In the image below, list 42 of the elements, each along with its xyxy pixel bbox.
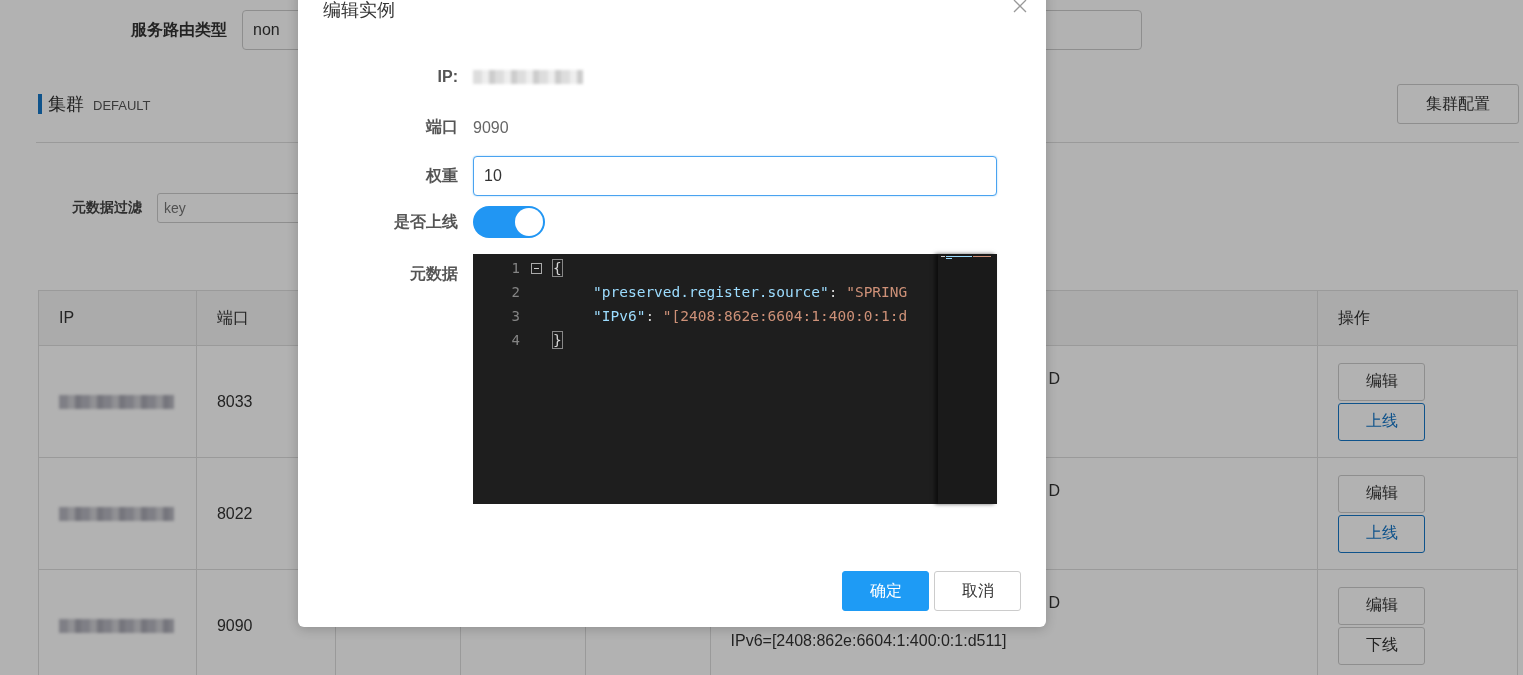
metadata-text: D (1047, 370, 1061, 388)
weight-label: 权重 (424, 165, 459, 186)
metadata-filter-label: 元数据过滤 (71, 199, 143, 217)
code-editor[interactable]: 1 { 2 "preserved.register.source": "SPRING 3 "IPv6": "[2408:862e:6604:1:400:0:1:d 4 } (473, 254, 997, 504)
offline-button[interactable]: 下线 (1338, 626, 1426, 665)
fold-icon[interactable] (531, 262, 542, 274)
edit-button[interactable]: 编辑 (1338, 474, 1426, 513)
column-header: 端口 (216, 307, 249, 328)
online-label: 是否上线 (393, 211, 459, 232)
cluster-name: DEFAULT (93, 98, 151, 113)
table-cell: 8022 (216, 504, 253, 523)
code-line: "preserved.register.source": "SPRING (592, 284, 908, 300)
code-line: { (553, 260, 562, 276)
edit-button[interactable]: 编辑 (1338, 362, 1426, 401)
line-number: 1 (510, 260, 520, 276)
metadata-text: D (1047, 594, 1061, 612)
metadata-text: D (1047, 482, 1061, 500)
online-switch[interactable] (473, 206, 545, 238)
route-type-label: 服务路由类型 (130, 19, 228, 40)
metadata-label: 元数据 (409, 264, 459, 284)
line-number: 4 (510, 332, 520, 348)
section-title: 集群 (38, 94, 84, 114)
cluster-config-button[interactable]: 集群配置 (1397, 84, 1519, 124)
dialog-title: 编辑实例 (323, 0, 395, 22)
close-icon[interactable] (1013, 0, 1027, 13)
metadata-text: IPv6=[2408:862e:6604:1:400:0:1:d511] (730, 632, 1007, 650)
table-cell: 8033 (216, 392, 253, 411)
online-button[interactable]: 上线 (1338, 514, 1426, 553)
port-label: 端口 (424, 117, 459, 137)
port-value: 9090 (473, 118, 509, 137)
cancel-button[interactable]: 取消 (934, 571, 1021, 611)
code-line: } (553, 332, 562, 348)
table-cell: 9090 (216, 616, 253, 635)
ip-label: IP: (436, 67, 459, 86)
line-number: 2 (510, 284, 520, 300)
column-header: IP (59, 309, 75, 327)
online-button[interactable]: 上线 (1338, 402, 1426, 441)
edit-button[interactable]: 编辑 (1338, 586, 1426, 625)
line-number: 3 (510, 308, 520, 324)
weight-field[interactable]: 10 (473, 156, 997, 196)
column-header: 操作 (1338, 307, 1371, 328)
code-line: "IPv6": "[2408:862e:6604:1:400:0:1:d (592, 308, 908, 324)
